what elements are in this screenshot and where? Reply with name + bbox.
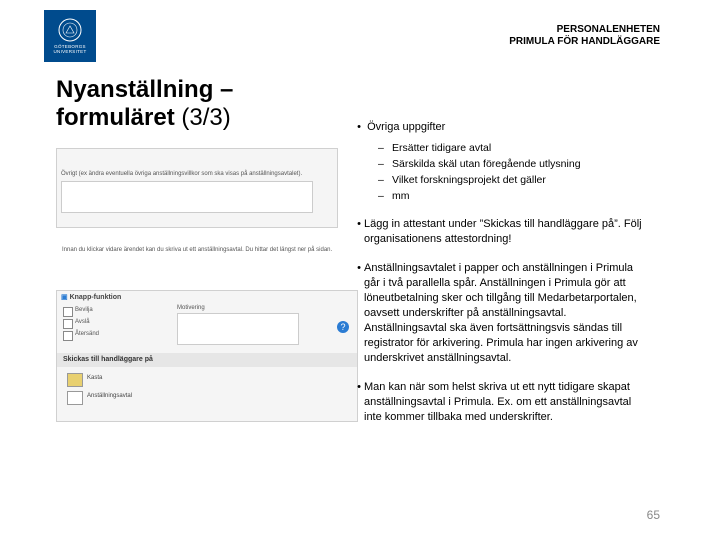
- header-subtitle: PERSONALENHETEN PRIMULA FÖR HANDLÄGGARE: [509, 24, 660, 48]
- sub-2-text: Särskilda skäl utan föregående utlysning: [392, 158, 581, 170]
- kasta-icon: [67, 373, 83, 387]
- ovrigt-label: Övrigt (ex ändra eventuella övriga anstä…: [61, 171, 302, 177]
- page-title: Nyanställning – formuläret (3/3): [56, 76, 233, 132]
- title-line1: Nyanställning –: [56, 76, 233, 103]
- logo-text-2: UNIVERSITET: [53, 49, 86, 54]
- bullet-1-text: Övriga uppgifter: [367, 121, 445, 133]
- kasta-label: Kasta: [87, 375, 102, 381]
- form-sketch-panel: ▣ Knapp-funktion Bevilja Avslå Återsänd …: [56, 290, 358, 422]
- title-line2: formuläret: [56, 104, 181, 131]
- sub-4-text: mm: [392, 190, 410, 202]
- slide-header: GÖTEBORGS UNIVERSITET PERSONALENHETEN PR…: [0, 0, 720, 60]
- header-line1: PERSONALENHETEN: [557, 24, 660, 35]
- sub-2: –Särskilda skäl utan föregående utlysnin…: [378, 157, 660, 171]
- header-line2: PRIMULA FÖR HANDLÄGGARE: [509, 36, 660, 47]
- avtal-icon: [67, 391, 83, 405]
- sub-3-text: Vilket forskningsprojekt det gäller: [392, 174, 546, 186]
- checkbox-2: [63, 319, 73, 329]
- form-sketch-info: Innan du klickar vidare ärendet kan du s…: [56, 242, 340, 272]
- title-part: (3/3): [181, 104, 230, 131]
- bullet-4-text: Man kan när som helst skriva ut ett nytt…: [364, 380, 644, 425]
- sub-1: –Ersätter tidigare avtal: [378, 141, 660, 155]
- bullet-1: • Övriga uppgifter: [354, 120, 660, 135]
- cb2-label: Avslå: [75, 319, 90, 325]
- bullet-4: •Man kan när som helst skriva ut ett nyt…: [354, 380, 660, 425]
- bullet-3-text: Anställningsavtalet i papper och anställ…: [364, 261, 644, 366]
- seal-icon: [58, 18, 82, 42]
- motivering-label: Motivering: [177, 305, 205, 311]
- sub-4: –mm: [378, 189, 660, 203]
- avtal-label: Anställningsavtal: [87, 393, 132, 399]
- sub-1-text: Ersätter tidigare avtal: [392, 142, 491, 154]
- sub-3: –Vilket forskningsprojekt det gäller: [378, 173, 660, 187]
- help-icon: ?: [337, 321, 349, 333]
- university-logo: GÖTEBORGS UNIVERSITET: [44, 10, 96, 62]
- bullet-2-text: Lägg in attestant under ”Skickas till ha…: [364, 217, 644, 247]
- bullet-2: •Lägg in attestant under ”Skickas till h…: [354, 217, 660, 247]
- skickas-bar: Skickas till handläggare på: [57, 353, 357, 367]
- checkbox-3: [63, 331, 73, 341]
- form-sketch-ovrigt: Övrigt (ex ändra eventuella övriga anstä…: [56, 148, 338, 228]
- checkbox-1: [63, 307, 73, 317]
- bullet-3: •Anställningsavtalet i papper och anstäl…: [354, 261, 660, 366]
- cb3-label: Återsänd: [75, 331, 99, 337]
- bullet-column: • Övriga uppgifter –Ersätter tidigare av…: [354, 120, 660, 425]
- motivering-box: [177, 313, 299, 345]
- cb1-label: Bevilja: [75, 307, 93, 313]
- page-number: 65: [647, 508, 660, 522]
- ovrigt-textarea: [61, 181, 313, 213]
- info-line: Innan du klickar vidare ärendet kan du s…: [56, 242, 340, 258]
- panel-title: ▣ Knapp-funktion: [61, 293, 121, 301]
